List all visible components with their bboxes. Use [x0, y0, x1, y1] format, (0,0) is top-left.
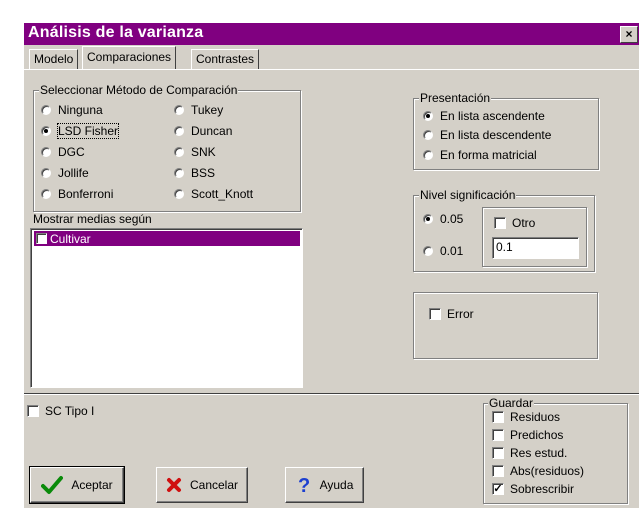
radio-jollife[interactable]: Jollife: [41, 166, 89, 180]
radio-bonferroni[interactable]: Bonferroni: [41, 187, 113, 201]
radio-lista-descendente-dot: [423, 130, 433, 140]
radio-forma-matricial-dot: [423, 150, 433, 160]
list-item-cultivar[interactable]: Cultivar: [34, 231, 300, 246]
save-abs-residuos[interactable]: Abs(residuos): [492, 464, 584, 478]
save-res-estud[interactable]: Res estud.: [492, 446, 567, 460]
radio-bonferroni-label: Bonferroni: [58, 187, 114, 201]
radio-ninguna-label: Ninguna: [58, 103, 103, 117]
svg-text:?: ?: [298, 475, 310, 495]
radio-bss[interactable]: BSS: [174, 166, 215, 180]
sc-tipo-checkbox[interactable]: [27, 405, 39, 417]
cultivar-checkbox[interactable]: [36, 233, 47, 244]
question-icon: ?: [298, 475, 310, 495]
radio-lista-descendente-label: En lista descendente: [440, 128, 552, 142]
save-abs-residuos-label: Abs(residuos): [510, 464, 585, 478]
means-list-label: Mostrar medias según: [33, 212, 152, 226]
close-button[interactable]: ×: [620, 26, 638, 43]
radio-jollife-dot: [41, 168, 51, 178]
radio-lsd-fisher-label: LSD Fisher: [56, 123, 120, 139]
radio-0-01[interactable]: 0.01: [423, 244, 463, 258]
radio-tukey-label: Tukey: [191, 103, 224, 117]
radio-forma-matricial[interactable]: En forma matricial: [423, 148, 537, 162]
list-item-label: Cultivar: [50, 231, 91, 246]
other-check[interactable]: Otro: [494, 216, 538, 230]
presentation-legend: Presentación: [419, 91, 492, 105]
radio-dgc-label: DGC: [58, 145, 85, 159]
sc-tipo-label: SC Tipo I: [45, 404, 95, 418]
radio-0-05-dot: [423, 214, 433, 224]
tab-modelo[interactable]: Modelo: [29, 49, 79, 69]
radio-duncan[interactable]: Duncan: [174, 124, 232, 138]
save-abs-residuos-checkbox[interactable]: [492, 465, 504, 477]
radio-ninguna[interactable]: Ninguna: [41, 103, 103, 117]
radio-snk[interactable]: SNK: [174, 145, 216, 159]
x-icon: [166, 478, 181, 492]
save-res-estud-label: Res estud.: [510, 446, 568, 460]
checkmark-icon: [41, 476, 64, 494]
cancel-button-label: Cancelar: [189, 478, 239, 492]
radio-bss-dot: [174, 168, 184, 178]
radio-lsd-fisher-dot: [41, 126, 51, 136]
radio-dgc[interactable]: DGC: [41, 145, 85, 159]
radio-scott-knott[interactable]: Scott_Knott: [174, 187, 253, 201]
radio-lista-ascendente[interactable]: En lista ascendente: [423, 109, 545, 123]
tab-panel-edge: [24, 69, 639, 70]
significance-legend: Nivel significación: [419, 188, 517, 202]
error-checkbox[interactable]: [429, 308, 441, 320]
save-sobrescribir-checkbox[interactable]: ✓: [492, 483, 504, 495]
radio-bss-label: BSS: [191, 166, 216, 180]
cancel-button[interactable]: Cancelar: [156, 467, 248, 503]
radio-0-05[interactable]: 0.05: [423, 212, 463, 226]
other-label: Otro: [512, 216, 536, 230]
help-button-label: Ayuda: [319, 478, 354, 492]
save-sobrescribir[interactable]: ✓ Sobrescribir: [492, 482, 574, 496]
save-residuos[interactable]: Residuos: [492, 410, 560, 424]
error-label: Error: [447, 307, 474, 321]
sc-tipo-check[interactable]: SC Tipo I: [27, 404, 94, 418]
radio-tukey-dot: [174, 105, 184, 115]
method-group-legend: Seleccionar Método de Comparación: [39, 83, 239, 97]
radio-snk-dot: [174, 147, 184, 157]
error-check[interactable]: Error: [429, 307, 474, 321]
radio-snk-label: SNK: [191, 145, 216, 159]
save-legend: Guardar: [488, 396, 535, 410]
save-sobrescribir-label: Sobrescribir: [510, 482, 575, 496]
radio-lista-ascendente-label: En lista ascendente: [440, 109, 545, 123]
radio-dgc-dot: [41, 147, 51, 157]
window-title: Análisis de la varianza: [28, 24, 204, 41]
radio-tukey[interactable]: Tukey: [174, 103, 223, 117]
radio-jollife-label: Jollife: [58, 166, 89, 180]
radio-duncan-dot: [174, 126, 184, 136]
separator-light: [24, 394, 639, 395]
radio-0-01-dot: [423, 246, 433, 256]
accept-button[interactable]: Aceptar: [29, 466, 125, 504]
radio-0-05-label: 0.05: [440, 212, 464, 226]
radio-lsd-fisher[interactable]: LSD Fisher: [41, 123, 120, 139]
save-predichos[interactable]: Predichos: [492, 428, 563, 442]
radio-lista-descendente[interactable]: En lista descendente: [423, 128, 551, 142]
accept-button-label: Aceptar: [71, 478, 113, 492]
radio-0-01-label: 0.01: [440, 244, 464, 258]
tab-contrastes[interactable]: Contrastes: [191, 49, 260, 69]
save-residuos-label: Residuos: [510, 410, 561, 424]
means-listbox[interactable]: Cultivar: [30, 228, 303, 388]
radio-lista-ascendente-dot: [423, 111, 433, 121]
radio-duncan-label: Duncan: [191, 124, 233, 138]
radio-scott-knott-dot: [174, 189, 184, 199]
radio-bonferroni-dot: [41, 189, 51, 199]
radio-scott-knott-label: Scott_Knott: [191, 187, 254, 201]
radio-ninguna-dot: [41, 105, 51, 115]
help-button[interactable]: ? Ayuda: [285, 467, 364, 503]
other-value-input[interactable]: 0.1: [492, 237, 579, 259]
save-predichos-checkbox[interactable]: [492, 429, 504, 441]
radio-forma-matricial-label: En forma matricial: [440, 148, 537, 162]
title-bar[interactable]: Análisis de la varianza ×: [24, 23, 639, 45]
save-res-estud-checkbox[interactable]: [492, 447, 504, 459]
error-group: [413, 292, 598, 359]
save-residuos-checkbox[interactable]: [492, 411, 504, 423]
other-checkbox[interactable]: [494, 217, 506, 229]
save-predichos-label: Predichos: [510, 428, 564, 442]
tab-comparaciones[interactable]: Comparaciones: [82, 46, 177, 69]
